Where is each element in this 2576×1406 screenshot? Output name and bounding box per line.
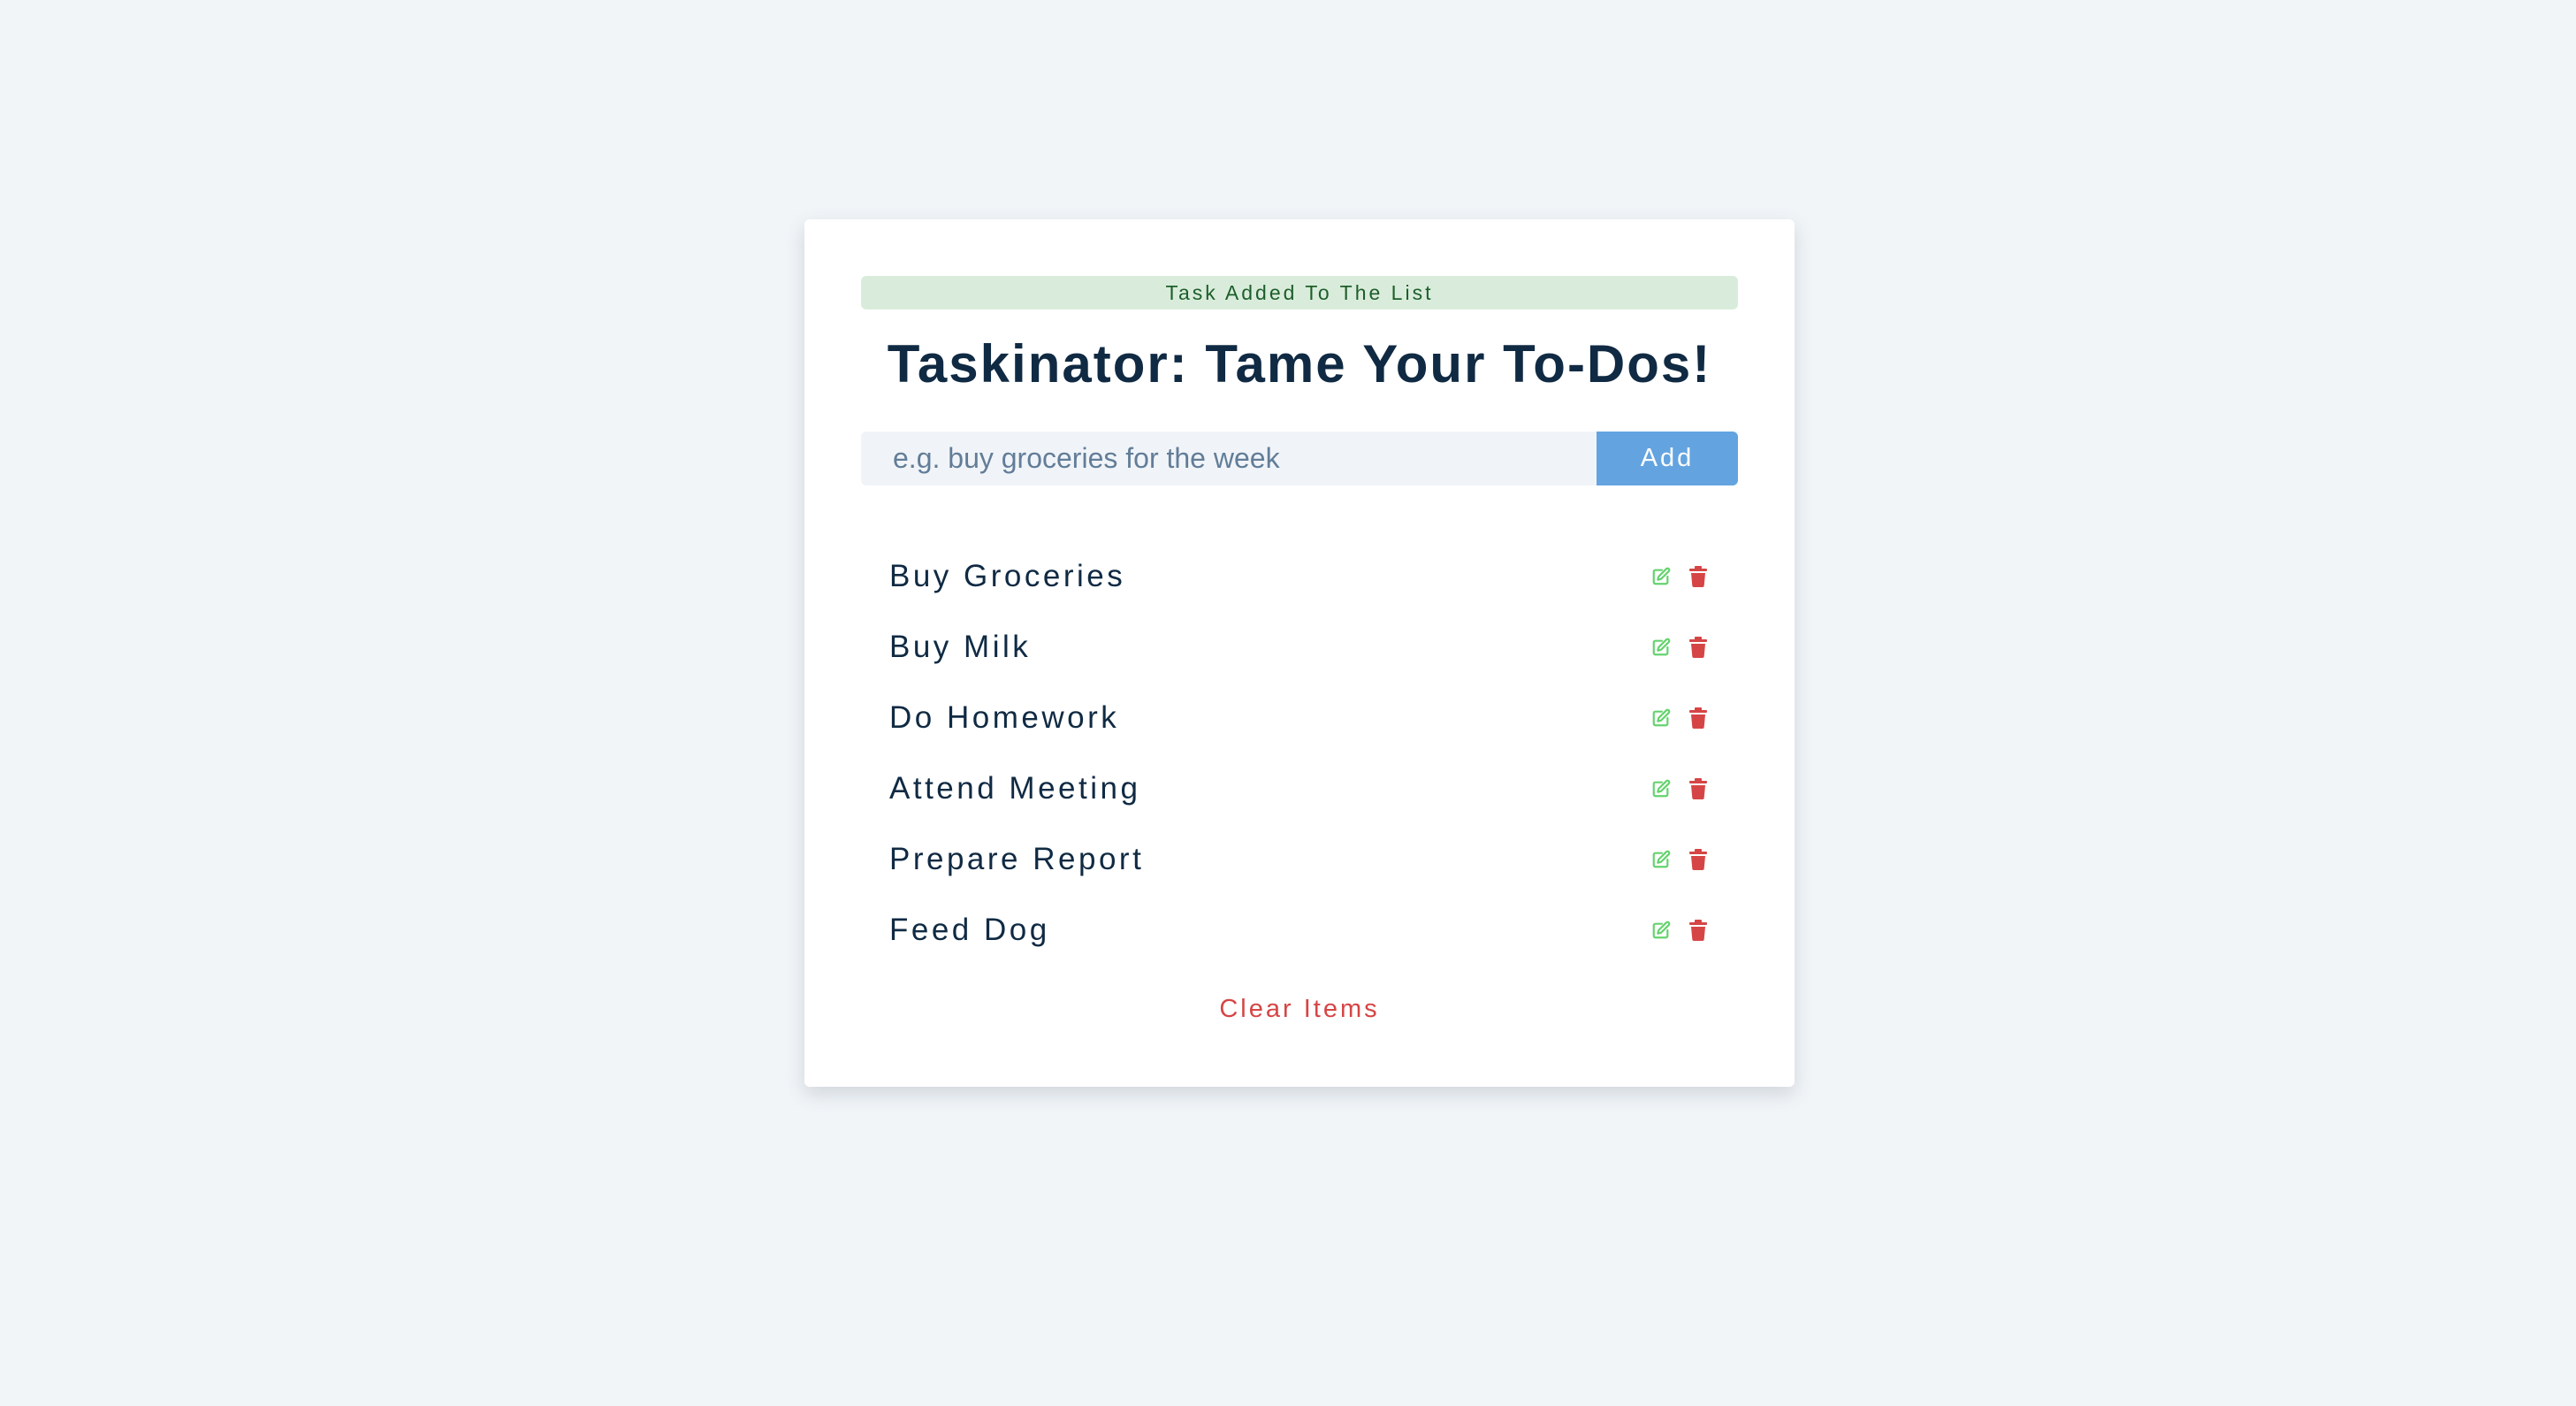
list-item: Buy Milk	[861, 612, 1738, 683]
edit-icon	[1652, 708, 1671, 727]
task-title: Buy Milk	[889, 630, 1032, 664]
alert-text: Task Added To The List	[1165, 280, 1434, 304]
task-title: Buy Groceries	[889, 559, 1126, 593]
trash-icon	[1689, 566, 1707, 587]
task-title: Prepare Report	[889, 842, 1145, 876]
edit-button[interactable]	[1650, 777, 1673, 800]
trash-icon	[1689, 778, 1707, 799]
edit-button[interactable]	[1650, 565, 1673, 588]
list-item: Prepare Report	[861, 824, 1738, 895]
clear-items-button[interactable]: Clear Items	[804, 990, 1795, 1028]
list-item: Feed Dog	[861, 895, 1738, 966]
delete-button[interactable]	[1687, 919, 1710, 942]
task-actions	[1650, 848, 1710, 871]
delete-button[interactable]	[1687, 707, 1710, 730]
task-actions	[1650, 565, 1710, 588]
task-title: Do Homework	[889, 700, 1120, 735]
task-form: Add	[861, 432, 1738, 485]
task-title: Feed Dog	[889, 913, 1050, 947]
edit-button[interactable]	[1650, 848, 1673, 871]
task-actions	[1650, 707, 1710, 730]
edit-icon	[1652, 779, 1671, 798]
delete-button[interactable]	[1687, 636, 1710, 659]
trash-icon	[1689, 849, 1707, 870]
trash-icon	[1689, 707, 1707, 729]
list-item: Attend Meeting	[861, 753, 1738, 824]
edit-button[interactable]	[1650, 919, 1673, 942]
success-alert: Task Added To The List	[861, 276, 1738, 309]
task-actions	[1650, 636, 1710, 659]
grocery-card: Task Added To The List Taskinator: Tame …	[804, 219, 1795, 1087]
task-title: Attend Meeting	[889, 771, 1141, 806]
trash-icon	[1689, 637, 1707, 658]
task-list: Buy Groceries Buy Milk Do Homework Atten…	[861, 541, 1738, 966]
edit-icon	[1652, 921, 1671, 939]
delete-button[interactable]	[1687, 777, 1710, 800]
list-item: Do Homework	[861, 683, 1738, 753]
trash-icon	[1689, 920, 1707, 941]
edit-icon	[1652, 850, 1671, 868]
list-item: Buy Groceries	[861, 541, 1738, 612]
task-actions	[1650, 919, 1710, 942]
edit-button[interactable]	[1650, 707, 1673, 730]
delete-button[interactable]	[1687, 565, 1710, 588]
delete-button[interactable]	[1687, 848, 1710, 871]
page-title: Taskinator: Tame Your To-Dos!	[887, 334, 1712, 394]
task-input[interactable]	[861, 432, 1597, 485]
task-actions	[1650, 777, 1710, 800]
edit-icon	[1652, 638, 1671, 656]
edit-button[interactable]	[1650, 636, 1673, 659]
add-button[interactable]: Add	[1597, 432, 1738, 485]
edit-icon	[1652, 567, 1671, 585]
